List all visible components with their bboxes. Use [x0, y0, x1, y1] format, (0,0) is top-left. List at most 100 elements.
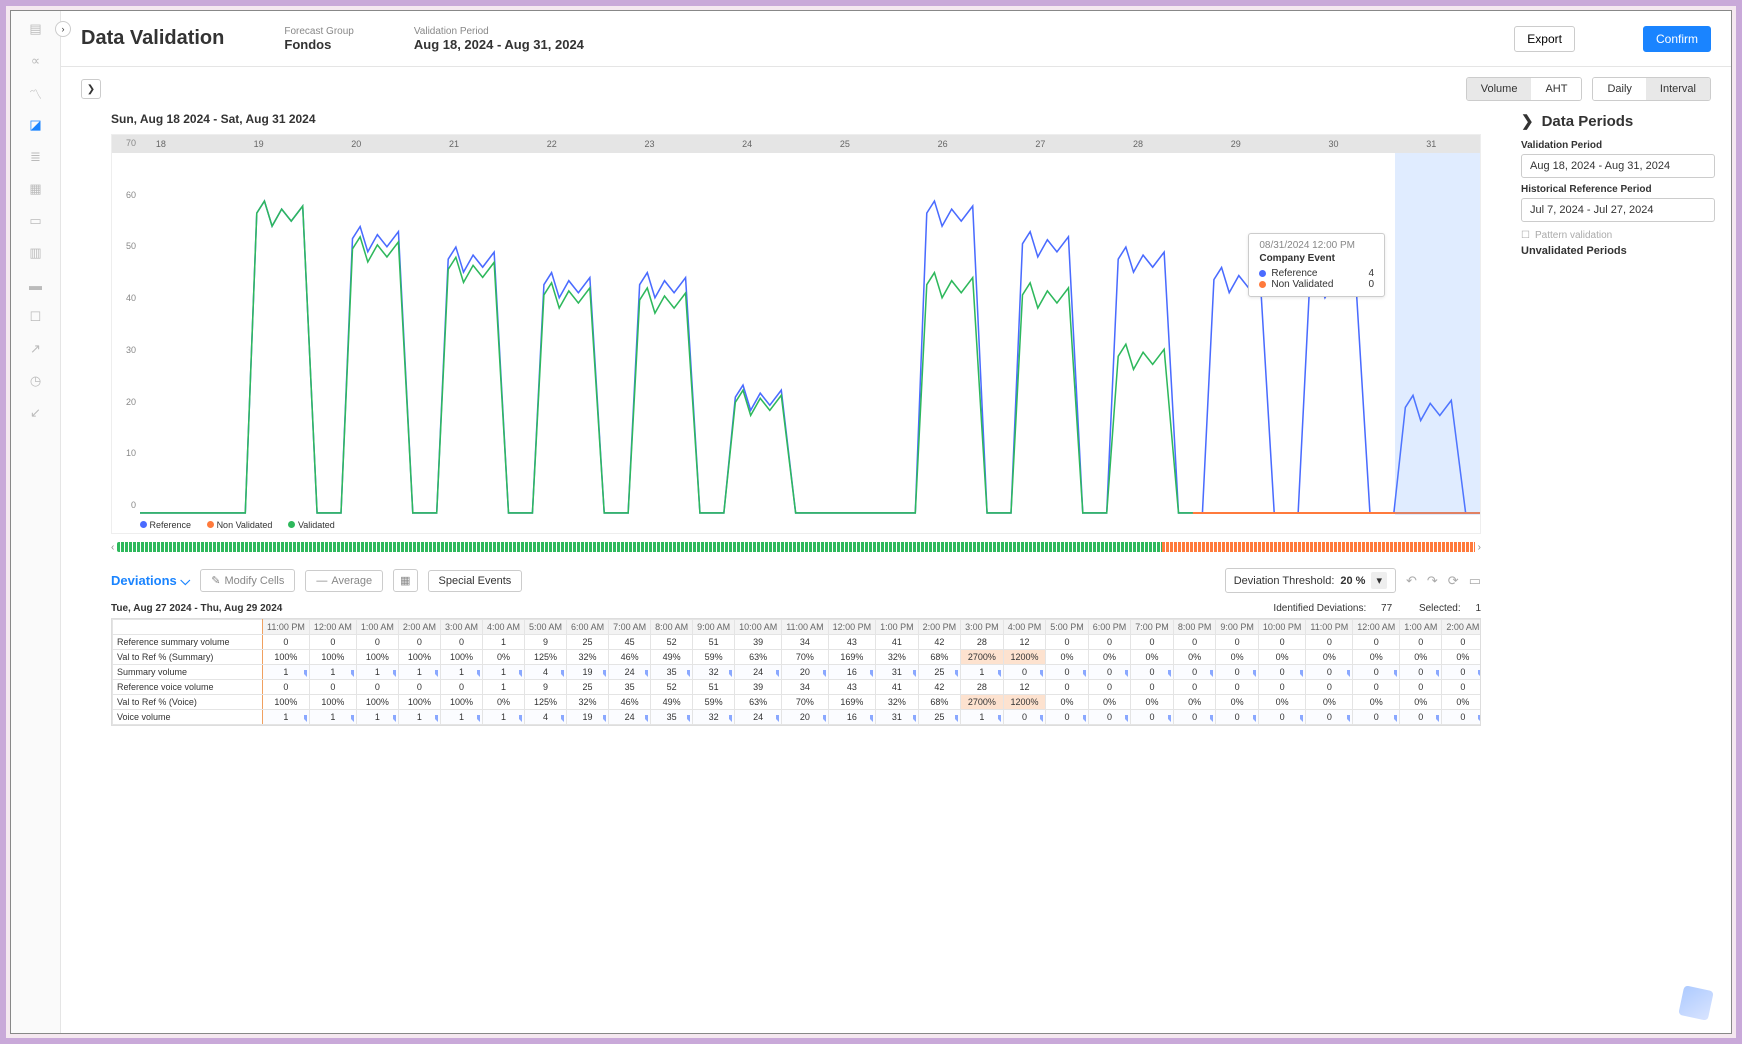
bars-icon[interactable]: ≣ — [28, 149, 44, 165]
deviations-dropdown[interactable]: Deviations ⌵ — [111, 573, 190, 589]
grid-cell[interactable]: 1 — [440, 665, 482, 680]
grid-cell[interactable]: 0 — [1046, 710, 1089, 725]
pattern-validation-checkbox[interactable]: ☐Pattern validation — [1521, 230, 1715, 241]
grid-cell[interactable]: 0 — [1400, 710, 1442, 725]
grid-cell[interactable]: 35 — [651, 665, 693, 680]
hr-field[interactable]: Jul 7, 2024 - Jul 27, 2024 — [1521, 198, 1715, 222]
expand-panel-button[interactable]: ❯ — [81, 79, 101, 99]
grid-cell[interactable]: 35 — [651, 710, 693, 725]
tab-volume[interactable]: Volume — [1467, 78, 1532, 100]
export-button[interactable]: Export — [1514, 26, 1575, 52]
grid-cell[interactable]: 16 — [828, 665, 876, 680]
chart-minimap[interactable]: ‹ › — [111, 540, 1481, 554]
grid-cell[interactable]: 20 — [782, 665, 828, 680]
modify-cells-button[interactable]: ✎Modify Cells — [200, 569, 295, 592]
tab-aht[interactable]: AHT — [1531, 78, 1581, 100]
grid-cell[interactable]: 0 — [1216, 665, 1259, 680]
grid-cell[interactable]: 0 — [1131, 665, 1174, 680]
grid-cell[interactable]: 19 — [567, 710, 609, 725]
grid-cell[interactable]: 0 — [1216, 710, 1259, 725]
grid-cell[interactable]: 0 — [1088, 665, 1131, 680]
book-open-icon[interactable]: ▭ — [1469, 573, 1481, 589]
grid-cell[interactable]: 1 — [482, 665, 524, 680]
grid-cell[interactable]: 1 — [309, 665, 356, 680]
clock-icon[interactable]: ◷ — [28, 373, 44, 389]
grid-cell[interactable]: 0 — [1442, 665, 1481, 680]
minimap-bar[interactable] — [117, 542, 1474, 552]
grid-icon[interactable]: ▦ — [28, 181, 44, 197]
deviations-grid[interactable]: 11:00 PM12:00 AM1:00 AM2:00 AM3:00 AM4:0… — [111, 618, 1481, 726]
grid-cell[interactable]: 0 — [1131, 710, 1174, 725]
grid-cell[interactable]: 0 — [1258, 710, 1306, 725]
grid-cell[interactable]: 0 — [1088, 710, 1131, 725]
share-icon[interactable]: ∝ — [28, 53, 44, 69]
validate-icon[interactable]: ◪ — [28, 117, 44, 133]
grid-cell: 0 — [1258, 635, 1306, 650]
deviation-threshold[interactable]: Deviation Threshold: 20 % ▾ — [1225, 568, 1396, 593]
grid-cell[interactable]: 0 — [1442, 710, 1481, 725]
grid-cell[interactable]: 24 — [735, 665, 782, 680]
grid-cell[interactable]: 1 — [961, 665, 1004, 680]
vp-field[interactable]: Aug 18, 2024 - Aug 31, 2024 — [1521, 154, 1715, 178]
grid-cell[interactable]: 1 — [398, 710, 440, 725]
grid-cell[interactable]: 24 — [609, 710, 651, 725]
grid-cell[interactable]: 1 — [356, 665, 398, 680]
calendar-button[interactable]: ▦ — [393, 569, 417, 592]
grid-cell[interactable]: 1 — [961, 710, 1004, 725]
grid-cell[interactable]: 1 — [356, 710, 398, 725]
grid-cell[interactable]: 32 — [693, 665, 735, 680]
tab-daily[interactable]: Daily — [1593, 78, 1645, 100]
selected-count-label: Selected: — [1419, 603, 1461, 614]
grid-cell[interactable]: 0 — [1173, 710, 1216, 725]
grid-cell[interactable]: 1 — [309, 710, 356, 725]
grid-cell[interactable]: 31 — [876, 710, 919, 725]
redo-icon[interactable]: ↷ — [1427, 573, 1438, 589]
grid-cell[interactable]: 0 — [1306, 665, 1353, 680]
grid-cell: 0 — [1258, 680, 1306, 695]
chart-icon[interactable]: 〽 — [28, 85, 44, 101]
minimap-prev-icon[interactable]: ‹ — [111, 542, 114, 553]
grid-cell[interactable]: 0 — [1306, 710, 1353, 725]
threshold-dropdown-icon[interactable]: ▾ — [1371, 572, 1387, 589]
grid-cell[interactable]: 25 — [918, 665, 961, 680]
grid-cell[interactable]: 0 — [1046, 665, 1089, 680]
grid-cell[interactable]: 0 — [1003, 710, 1046, 725]
trend-icon[interactable]: ↗ — [28, 341, 44, 357]
grid-cell[interactable]: 25 — [918, 710, 961, 725]
grid-cell[interactable]: 0 — [1173, 665, 1216, 680]
grid-cell[interactable]: 24 — [609, 665, 651, 680]
panel-collapse-icon[interactable]: ❯ — [1521, 112, 1534, 130]
table-icon[interactable]: ▥ — [28, 245, 44, 261]
minimap-next-icon[interactable]: › — [1478, 542, 1481, 553]
collapse-icon[interactable]: ↙ — [28, 405, 44, 421]
grid-cell[interactable]: 0 — [1258, 665, 1306, 680]
grid-cell[interactable]: 1 — [263, 710, 310, 725]
tab-interval[interactable]: Interval — [1646, 78, 1710, 100]
average-button[interactable]: —Average — [305, 570, 383, 592]
sheet-icon[interactable]: ▭ — [28, 213, 44, 229]
grid-cell[interactable]: 16 — [828, 710, 876, 725]
grid-cell[interactable]: 31 — [876, 665, 919, 680]
grid-cell[interactable]: 4 — [525, 710, 567, 725]
grid-cell[interactable]: 0 — [1400, 665, 1442, 680]
undo-icon[interactable]: ↶ — [1406, 573, 1417, 589]
grid-cell[interactable]: 4 — [525, 665, 567, 680]
doc-icon[interactable]: ▤ — [28, 21, 44, 37]
grid-cell[interactable]: 0 — [1353, 665, 1400, 680]
grid-cell[interactable]: 24 — [735, 710, 782, 725]
volume-chart[interactable]: 1819202122232425262728293031 01020304050… — [111, 134, 1481, 534]
calendar-icon[interactable]: ☐ — [28, 309, 44, 325]
grid-cell[interactable]: 19 — [567, 665, 609, 680]
book-icon[interactable]: ▬ — [28, 277, 44, 293]
grid-cell[interactable]: 0 — [1003, 665, 1046, 680]
grid-cell[interactable]: 1 — [482, 710, 524, 725]
grid-cell[interactable]: 1 — [263, 665, 310, 680]
grid-cell[interactable]: 32 — [693, 710, 735, 725]
special-events-button[interactable]: Special Events — [428, 570, 523, 592]
confirm-button[interactable]: Confirm — [1643, 26, 1711, 52]
grid-cell[interactable]: 0 — [1353, 710, 1400, 725]
grid-cell[interactable]: 1 — [440, 710, 482, 725]
refresh-icon[interactable]: ⟳ — [1448, 573, 1459, 589]
grid-cell[interactable]: 1 — [398, 665, 440, 680]
grid-cell[interactable]: 20 — [782, 710, 828, 725]
